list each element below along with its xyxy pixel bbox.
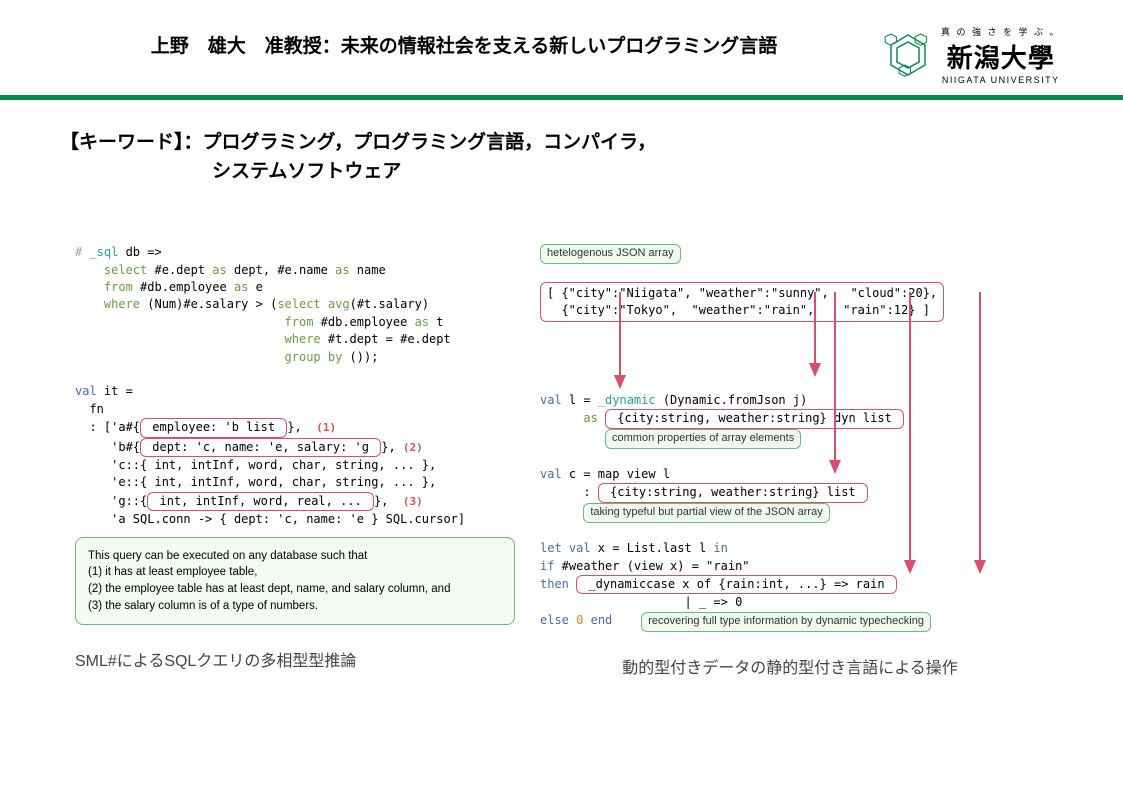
keywords-line1: 【キーワード】：プログラミング，プログラミング言語，コンパイラ， [60, 128, 1123, 157]
logo-icon [883, 30, 933, 80]
header: 上野 雄大 准教授：未来の情報社会を支える新しいプログラミング言語 真 の 強 … [0, 0, 1123, 95]
logo-tagline: 真 の 強 さ を 学 ぶ 。 [941, 25, 1061, 38]
label-common: common properties of array elements [605, 429, 801, 449]
explain-1: This query can be executed on any databa… [88, 548, 502, 565]
label-recover: recovering full type information by dyna… [641, 612, 931, 632]
left-explain-box: This query can be executed on any databa… [75, 537, 515, 626]
left-panel: # _sql db => select #e.dept as dept, #e.… [75, 227, 515, 671]
keywords-line2: システムソフトウェア [60, 157, 1123, 186]
explain-4: (3) the salary column is of a type of nu… [88, 598, 502, 615]
label-partial: taking typeful but partial view of the J… [583, 503, 829, 523]
explain-2: (1) it has at least employee table, [88, 564, 502, 581]
label-hetero: hetelogenous JSON array [540, 244, 681, 264]
content: # _sql db => select #e.dept as dept, #e.… [0, 197, 1123, 688]
right-panel: hetelogenous JSON array [ {"city":"Niiga… [540, 227, 1040, 678]
page-title: 上野 雄大 准教授：未来の情報社会を支える新しいプログラミング言語 [45, 25, 883, 62]
keywords-block: 【キーワード】：プログラミング，プログラミング言語，コンパイラ， システムソフト… [0, 100, 1123, 197]
logo-subtitle: NIIGATA UNIVERSITY [942, 75, 1060, 85]
right-code: hetelogenous JSON array [ {"city":"Niiga… [540, 227, 1040, 632]
left-caption: SML#によるSQLクエリの多相型型推論 [75, 647, 515, 671]
explain-3: (2) the employee table has at least dept… [88, 581, 502, 598]
left-code: # _sql db => select #e.dept as dept, #e.… [75, 227, 515, 529]
university-logo: 真 の 強 さ を 学 ぶ 。 新潟大學 NIIGATA UNIVERSITY [883, 25, 1083, 85]
logo-name: 新潟大學 [947, 38, 1055, 75]
right-caption: 動的型付きデータの静的型付き言語による操作 [540, 654, 1040, 678]
